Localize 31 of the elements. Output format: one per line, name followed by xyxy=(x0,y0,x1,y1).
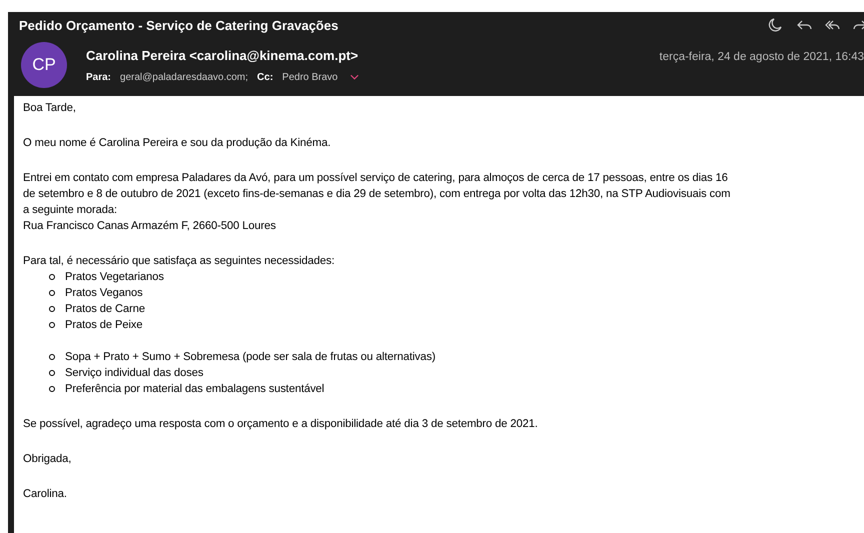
list-item: Pratos Vegetarianos xyxy=(65,270,164,285)
body-paragraph: Boa Tarde, xyxy=(23,101,77,116)
to-label: Para: xyxy=(86,72,112,82)
bullet-icon xyxy=(49,370,55,376)
recipient: geral@paladaresdaavo.com; xyxy=(120,72,248,82)
list-item: Sopa + Prato + Sumo + Sobremesa (pode ser sala de frutas ou alternativas) xyxy=(65,350,436,365)
list-item: Preferência por material das embalagens sustentável xyxy=(65,382,324,397)
bullet-icon xyxy=(49,386,55,392)
email-subject: Pedido Orçamento - Serviço de Catering Gravações xyxy=(19,18,338,32)
sender-name: Carolina Pereira <carolina@kinema.com.pt> xyxy=(86,48,358,62)
bullet-icon xyxy=(49,290,55,296)
list-item: Pratos Veganos xyxy=(65,286,143,301)
body-paragraph: Se possível, agradeço uma resposta com o orçamento e a disponibilidade até dia 3 de setembro de 2021. xyxy=(23,417,539,432)
moon-icon[interactable] xyxy=(768,17,784,33)
cc-label: Cc: xyxy=(257,72,274,82)
chevron-down-icon[interactable] xyxy=(350,74,359,80)
list-item: Pratos de Peixe xyxy=(65,318,142,333)
body-paragraph: Entrei em contato com empresa Paladares da Avó, para um possível serviço de catering, para almoços de cerca de 17 pessoas, entre os dias 16 de setembro e 8 de outubro de 2021 (exceto fins-de-semanas e dia 29 de setembro), com entrega por volta das 12h30, na STP Audiovisuais com a seguinte morada: Rua Francisco Canas Armazém F, 2660-500 Loures xyxy=(23,171,732,234)
body-paragraph: Para tal, é necessário que satisfaça as seguintes necessidades: xyxy=(23,254,336,269)
list-item: Pratos de Carne xyxy=(65,302,145,317)
bullet-icon xyxy=(49,306,55,312)
body-paragraph: O meu nome é Carolina Pereira e sou da produção da Kinéma. xyxy=(23,136,332,151)
sent-date: terça-feira, 24 de agosto de 2021, 16:43 xyxy=(659,50,864,62)
bullet-icon xyxy=(49,354,55,360)
body-paragraph: Carolina. xyxy=(23,487,68,502)
body-paragraph: Obrigada, xyxy=(23,452,72,467)
bullet-icon xyxy=(49,274,55,280)
list-item: Serviço individual das doses xyxy=(65,366,204,381)
bullet-icon xyxy=(49,322,55,328)
avatar: CP xyxy=(21,42,67,88)
cc-recipient: Pedro Bravo xyxy=(282,72,338,82)
